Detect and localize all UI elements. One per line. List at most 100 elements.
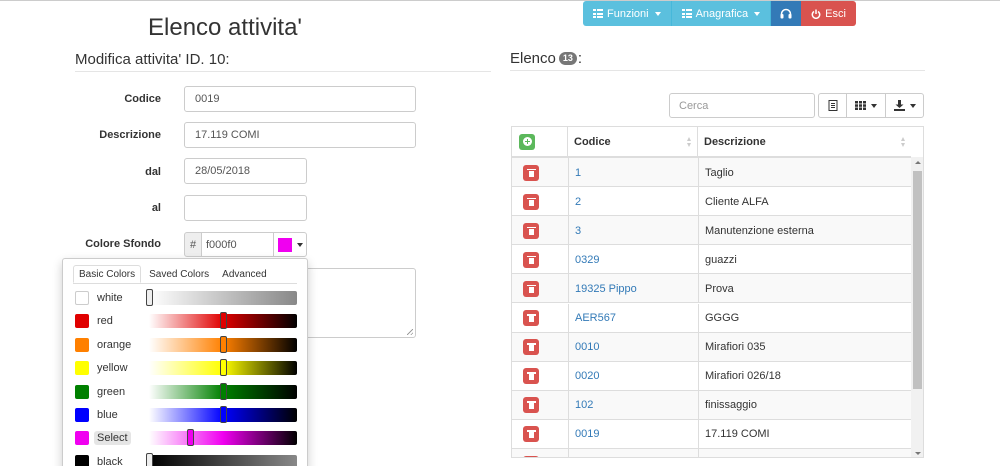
color-swatch[interactable]	[75, 454, 89, 466]
color-row-red[interactable]: red	[63, 311, 309, 331]
color-hex-input[interactable]: f000f0	[201, 232, 274, 257]
row-actions	[512, 449, 568, 457]
power-icon	[811, 9, 821, 19]
picker-tab-basic-colors[interactable]: Basic Colors	[73, 265, 142, 283]
slider-handle[interactable]	[220, 312, 227, 330]
cell-codice-link[interactable]: AER567	[568, 303, 698, 333]
table-row[interactable]: AER567 GGGG	[512, 303, 911, 333]
al-date-field[interactable]	[184, 195, 307, 221]
anagrafica-menu-button[interactable]: Anagrafica	[671, 1, 772, 26]
columns-button[interactable]	[846, 93, 886, 118]
color-swatch[interactable]	[75, 361, 89, 376]
descrizione-field[interactable]: 17.119 COMI	[184, 122, 416, 148]
delete-button[interactable]	[523, 164, 539, 181]
color-swatch[interactable]	[75, 431, 89, 446]
cell-descrizione: Mirafiori 035	[698, 332, 911, 362]
delete-button[interactable]	[523, 397, 539, 414]
color-row-black[interactable]: black	[63, 452, 309, 466]
table-row[interactable]: 0019 17.119 COMI	[512, 419, 911, 449]
delete-button[interactable]	[523, 310, 539, 326]
cell-codice-link[interactable]: 0329	[568, 245, 698, 275]
codice-field[interactable]: 0019	[184, 86, 416, 112]
download-button[interactable]	[885, 93, 924, 118]
add-button[interactable]	[519, 133, 535, 150]
delete-button[interactable]	[523, 251, 539, 268]
slider-handle[interactable]	[146, 452, 153, 466]
table-row[interactable]: 1 Taglio	[512, 158, 911, 187]
cell-codice-link[interactable]: 19325 Pippo	[568, 274, 698, 304]
color-picker-toggle[interactable]	[273, 232, 307, 257]
anagrafica-label: Anagrafica	[695, 7, 749, 20]
delete-button[interactable]	[523, 222, 539, 239]
support-button[interactable]	[771, 1, 802, 26]
color-row-yellow[interactable]: yellow	[63, 358, 309, 378]
cell-codice-link[interactable]	[568, 449, 698, 457]
table-scrollbar[interactable]	[911, 157, 923, 457]
resize-handle[interactable]	[407, 329, 413, 335]
chevron-down-icon	[296, 242, 303, 247]
delete-button[interactable]	[523, 280, 539, 297]
list-icon	[681, 9, 692, 18]
table-row[interactable]: 0020 Mirafiori 026/18	[512, 361, 911, 391]
header-codice-label: Codice	[574, 135, 611, 148]
color-swatch[interactable]	[75, 314, 89, 329]
shade-slider[interactable]	[149, 312, 297, 330]
shade-slider[interactable]	[149, 406, 297, 423]
color-row-green[interactable]: green	[63, 382, 309, 402]
delete-button[interactable]	[523, 339, 539, 356]
shade-slider[interactable]	[146, 289, 297, 306]
delete-button[interactable]	[523, 426, 539, 443]
dal-date-field[interactable]: 28/05/2018	[184, 158, 307, 184]
cell-codice-link[interactable]: 2	[568, 187, 698, 217]
color-swatch[interactable]	[75, 408, 89, 422]
esci-button[interactable]: Esci	[801, 1, 856, 26]
cell-codice-link[interactable]: 0010	[568, 332, 698, 362]
shade-slider[interactable]	[149, 429, 297, 447]
table-row[interactable]: 102 finissaggio	[512, 390, 911, 420]
header-codice[interactable]: Codice	[568, 127, 698, 156]
slider-handle[interactable]	[220, 382, 227, 400]
picker-tab-saved-colors[interactable]: Saved Colors	[144, 265, 214, 283]
funzioni-menu-button[interactable]: Funzioni	[583, 1, 672, 26]
shade-slider[interactable]	[146, 452, 297, 466]
slider-handle[interactable]	[146, 289, 153, 306]
color-swatch[interactable]	[75, 337, 89, 352]
scroll-down-icon[interactable]	[915, 452, 921, 455]
slider-handle[interactable]	[220, 406, 227, 423]
slider-handle[interactable]	[220, 335, 227, 353]
color-row-white[interactable]: white	[63, 288, 309, 308]
export-button[interactable]	[818, 93, 847, 118]
cell-codice-link[interactable]: 0020	[568, 361, 698, 391]
table-row[interactable]: 2 Cliente ALFA	[512, 187, 911, 217]
table-row[interactable]	[512, 449, 911, 457]
cell-codice-link[interactable]: 3	[568, 216, 698, 246]
scroll-up-icon[interactable]	[915, 161, 921, 164]
table-row[interactable]: 0010 Mirafiori 035	[512, 332, 911, 362]
scrollbar-thumb[interactable]	[913, 171, 922, 389]
table-row[interactable]: 3 Manutenzione esterna	[512, 216, 911, 246]
search-input[interactable]: Cerca	[669, 93, 815, 118]
header-descrizione[interactable]: Descrizione	[698, 127, 911, 156]
shade-slider[interactable]	[149, 335, 297, 353]
delete-button[interactable]	[523, 193, 539, 210]
document-icon	[828, 100, 837, 111]
color-row-blue[interactable]: blue	[63, 405, 309, 425]
trash-icon	[526, 401, 536, 410]
delete-button[interactable]	[523, 368, 539, 385]
cell-codice-link[interactable]: 0019	[568, 419, 698, 449]
delete-button[interactable]	[523, 455, 539, 457]
cell-codice-link[interactable]: 1	[568, 158, 698, 187]
slider-handle[interactable]	[220, 359, 227, 377]
table-row[interactable]: 19325 Pippo Prova	[512, 274, 911, 304]
row-actions	[512, 245, 568, 274]
shade-slider[interactable]	[149, 359, 297, 377]
picker-tab-advanced[interactable]: Advanced	[217, 265, 271, 283]
table-row[interactable]: 0329 guazzi	[512, 245, 911, 275]
shade-slider[interactable]	[149, 382, 297, 400]
cell-codice-link[interactable]: 102	[568, 390, 698, 420]
slider-handle[interactable]	[187, 429, 195, 447]
color-swatch[interactable]	[75, 384, 89, 399]
color-row-select[interactable]: Select	[63, 428, 309, 448]
color-row-orange[interactable]: orange	[63, 335, 309, 355]
color-swatch[interactable]	[75, 291, 89, 305]
